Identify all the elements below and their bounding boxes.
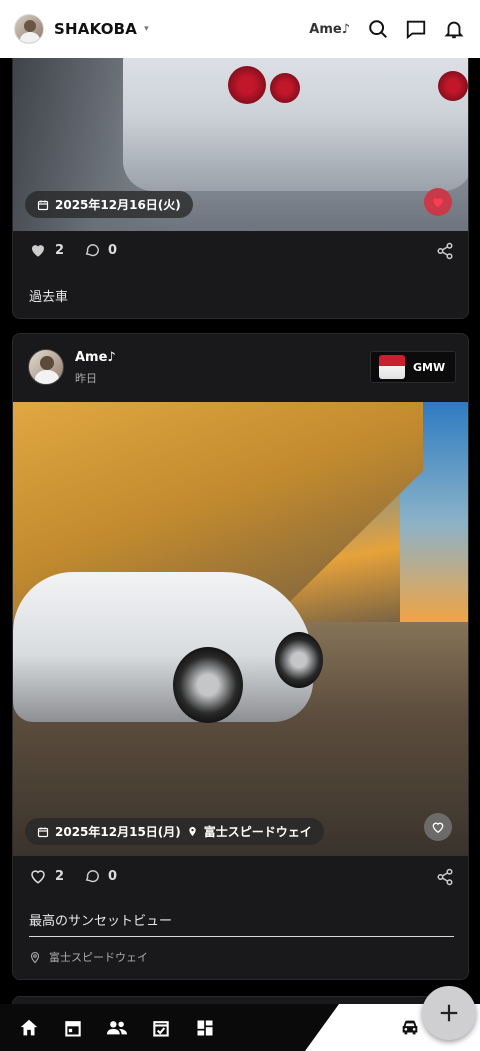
- team-logo: [379, 355, 405, 379]
- chat-icon[interactable]: [404, 17, 428, 41]
- tail-light: [438, 71, 468, 101]
- team-badge-name: GMW: [413, 360, 446, 374]
- team-title[interactable]: SHAKOBA: [54, 20, 137, 38]
- post-caption: 最高のサンセットビュー: [29, 914, 173, 929]
- bottom-nav: [0, 1004, 480, 1051]
- caption-divider: [29, 936, 454, 937]
- header-actions: Ame♪: [309, 17, 466, 41]
- task-calendar-icon[interactable]: [150, 1017, 172, 1039]
- share-icon[interactable]: [436, 242, 454, 264]
- post-place[interactable]: 富士スピードウェイ: [29, 949, 148, 965]
- team-badge[interactable]: GMW: [370, 351, 456, 383]
- post-photo[interactable]: 2025年12月15日(月) 富士スピードウェイ: [13, 402, 468, 856]
- search-icon[interactable]: [366, 17, 390, 41]
- group-icon[interactable]: [106, 1017, 128, 1039]
- calendar-icon: [37, 200, 49, 210]
- tail-light: [270, 73, 300, 103]
- calendar-icon[interactable]: [62, 1017, 84, 1039]
- like-count: 2: [55, 242, 65, 258]
- nav-items: [18, 1004, 216, 1051]
- post-time: 昨日: [75, 372, 97, 385]
- heart-icon[interactable]: [29, 241, 47, 259]
- add-post-button[interactable]: [422, 986, 476, 1040]
- header-username[interactable]: Ame♪: [309, 22, 350, 37]
- post-date: 2025年12月16日(火): [55, 198, 181, 212]
- date-chip: 2025年12月16日(火): [25, 191, 193, 218]
- like-toggle[interactable]: [424, 188, 452, 216]
- photo-wheel: [173, 647, 243, 723]
- tail-light: [228, 66, 266, 104]
- post-header: Ame♪ 昨日 GMW: [13, 334, 468, 402]
- team-avatar[interactable]: [14, 14, 44, 44]
- post-actions: 2 0: [29, 867, 117, 885]
- share-icon[interactable]: [436, 868, 454, 890]
- photo-car: [13, 572, 313, 722]
- top-header: SHAKOBA ▾ Ame♪: [0, 0, 480, 58]
- post-caption: 過去車: [29, 290, 69, 305]
- calendar-icon: [37, 827, 49, 837]
- car-icon[interactable]: [398, 1016, 422, 1042]
- heart-outline-icon: [432, 822, 444, 834]
- comment-icon[interactable]: [84, 868, 100, 884]
- photo-wheel: [275, 632, 323, 688]
- plus-icon: [440, 1004, 458, 1022]
- comment-count: 0: [108, 868, 118, 884]
- app-root: SHAKOBA ▾ Ame♪ 2025年12月16日(火) 2 0 過去車 Am…: [0, 0, 480, 1051]
- post-place-name: 富士スピードウェイ: [49, 951, 148, 964]
- author-avatar[interactable]: [28, 349, 64, 385]
- date-location-chip: 2025年12月15日(月) 富士スピードウェイ: [25, 818, 324, 845]
- chevron-down-icon[interactable]: ▾: [144, 24, 149, 34]
- location-pin-icon: [30, 951, 40, 963]
- like-count: 2: [55, 868, 65, 884]
- dashboard-icon[interactable]: [194, 1017, 216, 1039]
- like-toggle[interactable]: [424, 813, 452, 841]
- post-card: Ame♪ 昨日 GMW 2025年12月15日(月) 富士スピードウェイ 2 0…: [12, 333, 469, 980]
- bell-icon[interactable]: [442, 17, 466, 41]
- heart-icon: [433, 198, 443, 208]
- heart-outline-icon[interactable]: [29, 867, 47, 885]
- comment-count: 0: [108, 242, 118, 258]
- post-actions: 2 0: [29, 241, 117, 259]
- post-location[interactable]: 富士スピードウェイ: [204, 823, 312, 840]
- home-icon[interactable]: [18, 1017, 40, 1039]
- comment-icon[interactable]: [84, 242, 100, 258]
- location-pin-icon: [189, 826, 196, 837]
- post-date: 2025年12月15日(月): [55, 825, 181, 839]
- author-name[interactable]: Ame♪: [75, 350, 116, 365]
